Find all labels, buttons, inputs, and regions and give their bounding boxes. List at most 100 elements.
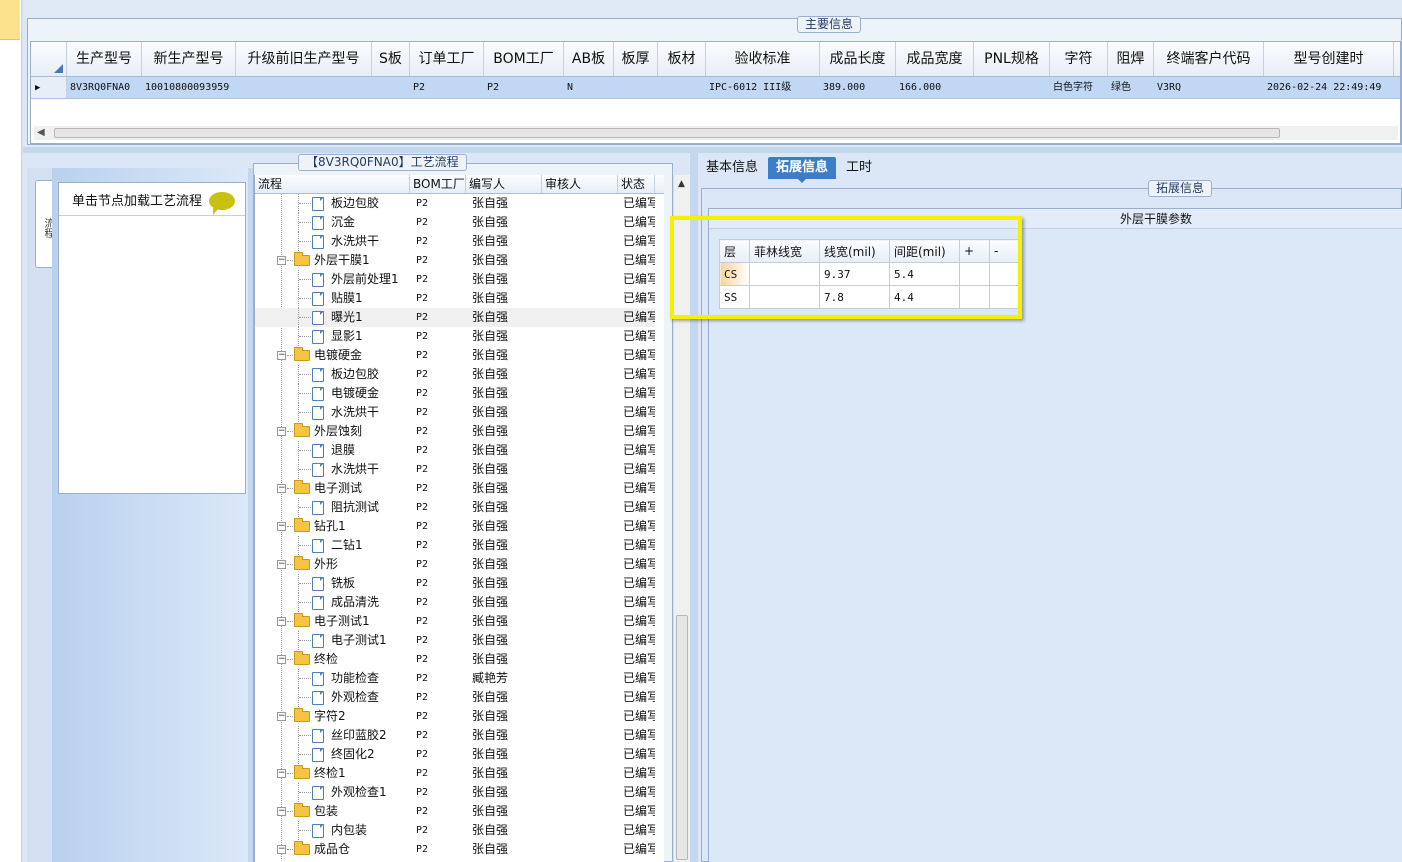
tree-node[interactable]: 曝光1 — [255, 308, 410, 327]
grid-cell[interactable]: IPC-6012 III级 — [706, 77, 820, 98]
tree-row[interactable]: 曝光1 P2 张自强 已编写 — [255, 308, 655, 327]
collapse-icon[interactable]: − — [277, 769, 286, 778]
tree-row[interactable]: − 字符2 P2 张自强 已编写 — [255, 707, 655, 726]
grid-cell[interactable]: 2026-02-24 22:49:49 — [1264, 77, 1394, 98]
grid-col-header[interactable]: AB板 — [564, 42, 614, 76]
row-selector-icon[interactable]: ▶ — [31, 77, 67, 98]
tree-node[interactable]: 外观检查1 — [255, 783, 410, 802]
tree-node[interactable]: 功能检查 — [255, 669, 410, 688]
tree-row[interactable]: − 成品仓 P2 张自强 已编写 — [255, 840, 655, 859]
grid-cell[interactable]: 绿色 — [1108, 77, 1154, 98]
grid-cell[interactable] — [974, 77, 1050, 98]
grid-col-header[interactable]: 终端客户代码 — [1154, 42, 1264, 76]
grid-cell[interactable]: V3RQ — [1154, 77, 1264, 98]
tree-row[interactable]: 内包装 P2 张自强 已编写 — [255, 821, 655, 840]
grid-col-header[interactable]: 板材 — [658, 42, 706, 76]
collapse-icon[interactable]: − — [277, 655, 286, 664]
tab-2[interactable]: 工时 — [838, 157, 880, 179]
tree-node[interactable]: 板边包胶 — [255, 194, 410, 213]
collapse-icon[interactable]: − — [277, 617, 286, 626]
grid-cell[interactable]: 10010800093959 — [142, 77, 236, 98]
tree-row[interactable]: 电子测试1 P2 张自强 已编写 — [255, 631, 655, 650]
process-tree[interactable]: 流程BOM工厂编写人审核人状态 板边包胶P2张自强已编写沉金P2张自强已编写水洗… — [254, 175, 664, 862]
tree-node[interactable]: − 外层干膜1 — [255, 251, 410, 270]
grid-col-header[interactable]: 升级前旧生产型号 — [236, 42, 372, 76]
tree-row[interactable]: 成品清洗 P2 张自强 已编写 — [255, 593, 655, 612]
tree-row[interactable]: 电镀硬金 P2 张自强 已编写 — [255, 384, 655, 403]
tab-1[interactable]: 拓展信息 — [768, 157, 837, 183]
tree-node[interactable]: 二钻1 — [255, 536, 410, 555]
tree-col-header[interactable]: 流程 — [255, 175, 410, 193]
tree-row[interactable]: − 电子测试1 P2 张自强 已编写 — [255, 612, 655, 631]
tree-node[interactable]: − 电子测试1 — [255, 612, 410, 631]
primary-hscroll[interactable]: ◀ — [34, 126, 1398, 140]
grid-cell[interactable] — [614, 77, 658, 98]
tree-node[interactable]: 水洗烘干 — [255, 460, 410, 479]
tree-row[interactable]: 终固化2 P2 张自强 已编写 — [255, 745, 655, 764]
grid-col-header[interactable]: 字符 — [1050, 42, 1108, 76]
tree-row[interactable]: − 终检1 P2 张自强 已编写 — [255, 764, 655, 783]
grid-cell[interactable]: 389.000 — [820, 77, 896, 98]
grid-col-header[interactable]: 验收标准 — [706, 42, 820, 76]
primary-grid-row[interactable]: ▶ 8V3RQ0FNA0 10010800093959 P2 P2 N IPC-6012 I… — [31, 77, 1400, 99]
tree-row[interactable]: − 包装 P2 张自强 已编写 — [255, 802, 655, 821]
collapse-icon[interactable]: − — [277, 351, 286, 360]
tree-col-header[interactable]: 编写人 — [466, 175, 542, 193]
grid-col-header[interactable]: 成品长度 — [820, 42, 896, 76]
collapse-icon[interactable]: − — [277, 560, 286, 569]
tree-node[interactable]: − 电子测试 — [255, 479, 410, 498]
tree-col-header[interactable]: BOM工厂 — [410, 175, 466, 193]
grid-col-header[interactable]: 生产型号 — [67, 42, 142, 76]
grid-cell[interactable] — [236, 77, 372, 98]
tree-row[interactable]: 板边包胶 P2 张自强 已编写 — [255, 194, 655, 213]
grid-col-header[interactable]: PNL规格 — [974, 42, 1050, 76]
grid-cell[interactable]: 8V3RQ0FNA0 — [67, 77, 142, 98]
scroll-left-icon[interactable]: ◀ — [37, 127, 45, 138]
collapse-icon[interactable]: − — [277, 522, 286, 531]
scroll-up-icon[interactable]: ▲ — [678, 179, 685, 189]
tree-row[interactable]: − 外层蚀刻 P2 张自强 已编写 — [255, 422, 655, 441]
collapse-icon[interactable]: − — [277, 845, 286, 854]
tree-node[interactable]: 退膜 — [255, 441, 410, 460]
tree-row[interactable]: 外观检查 P2 张自强 已编写 — [255, 688, 655, 707]
tree-node[interactable]: 电子测试1 — [255, 631, 410, 650]
tree-row[interactable]: 外层前处理1 P2 张自强 已编写 — [255, 270, 655, 289]
tree-row[interactable]: 贴膜1 P2 张自强 已编写 — [255, 289, 655, 308]
tree-row[interactable]: 功能检查 P2 臧艳芳 已编写 — [255, 669, 655, 688]
tree-node[interactable]: − 钻孔1 — [255, 517, 410, 536]
grid-cell[interactable]: P2 — [484, 77, 564, 98]
tree-row[interactable]: − 终检 P2 张自强 已编写 — [255, 650, 655, 669]
tree-row[interactable]: − 钻孔1 P2 张自强 已编写 — [255, 517, 655, 536]
grid-col-header[interactable]: 成品宽度 — [896, 42, 974, 76]
scroll-thumb[interactable] — [54, 128, 1280, 138]
tree-row[interactable]: 板边包胶 P2 张自强 已编写 — [255, 365, 655, 384]
tree-row[interactable]: 外观检查1 P2 张自强 已编写 — [255, 783, 655, 802]
tree-row[interactable]: 显影1 P2 张自强 已编写 — [255, 327, 655, 346]
scroll-thumb[interactable] — [676, 615, 688, 860]
tab-0[interactable]: 基本信息 — [698, 157, 766, 179]
grid-col-header[interactable]: 新生产型号 — [142, 42, 236, 76]
tree-node[interactable]: 贴膜1 — [255, 289, 410, 308]
grid-cell[interactable]: 166.000 — [896, 77, 974, 98]
tree-node[interactable]: 电镀硬金 — [255, 384, 410, 403]
grid-cell[interactable]: 白色字符 — [1050, 77, 1108, 98]
grid-col-header[interactable]: 型号创建时 — [1264, 42, 1394, 76]
tree-row[interactable]: 水洗烘干 P2 张自强 已编写 — [255, 232, 655, 251]
tree-row[interactable]: 水洗烘干 P2 张自强 已编写 — [255, 460, 655, 479]
tree-node[interactable]: − 外层蚀刻 — [255, 422, 410, 441]
tree-row[interactable]: − 电镀硬金 P2 张自强 已编写 — [255, 346, 655, 365]
collapse-icon[interactable]: − — [277, 256, 286, 265]
tree-row[interactable]: − 外形 P2 张自强 已编写 — [255, 555, 655, 574]
tree-node[interactable]: − 终检 — [255, 650, 410, 669]
tree-node[interactable]: 铣板 — [255, 574, 410, 593]
tree-node[interactable]: 丝印蓝胶2 — [255, 726, 410, 745]
tree-node[interactable]: 水洗烘干 — [255, 232, 410, 251]
tree-row[interactable]: 二钻1 P2 张自强 已编写 — [255, 536, 655, 555]
grid-cell[interactable]: N — [564, 77, 614, 98]
collapse-icon[interactable]: − — [277, 712, 286, 721]
tree-row[interactable]: − 外层干膜1 P2 张自强 已编写 — [255, 251, 655, 270]
tree-node[interactable]: 沉金 — [255, 213, 410, 232]
tree-node[interactable]: − 字符2 — [255, 707, 410, 726]
tree-node[interactable]: 成品清洗 — [255, 593, 410, 612]
tree-node[interactable]: − 终检1 — [255, 764, 410, 783]
